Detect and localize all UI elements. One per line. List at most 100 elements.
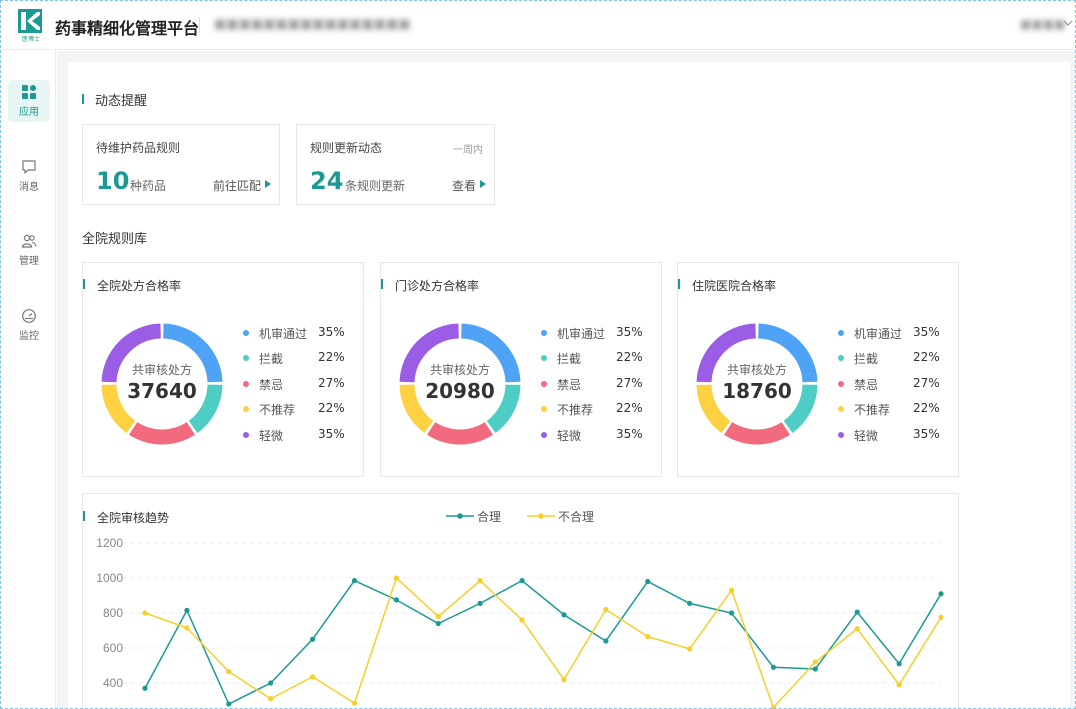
legend-label: 不推荐 xyxy=(854,403,891,417)
legend-percent: 35% xyxy=(616,325,643,339)
donut-segment[interactable] xyxy=(486,384,521,433)
donut-legend-item[interactable]: 禁忌 27% xyxy=(541,376,651,392)
legend-label: 拦截 xyxy=(854,352,879,366)
data-point[interactable] xyxy=(226,701,232,707)
reminder-unit: 条规则更新 xyxy=(345,179,406,193)
legend-label: 机审通过 xyxy=(854,327,903,341)
data-point[interactable] xyxy=(226,669,232,675)
donut-segment[interactable] xyxy=(696,323,757,383)
sidebar-item-monitor[interactable]: 监控 xyxy=(8,304,50,346)
data-point[interactable] xyxy=(938,614,944,620)
section-accent xyxy=(381,279,383,289)
sidebar-item-messages[interactable]: 消息 xyxy=(8,155,50,197)
donut-legend-item[interactable]: 轻微 35% xyxy=(838,427,948,443)
donut-legend-item[interactable]: 机审通过 35% xyxy=(838,325,948,341)
donut-legend-item[interactable]: 机审通过 35% xyxy=(243,325,353,341)
gauge-icon xyxy=(22,309,36,323)
title-divider xyxy=(199,17,200,33)
data-point[interactable] xyxy=(728,610,735,616)
data-point[interactable] xyxy=(561,676,567,683)
data-point[interactable] xyxy=(268,680,274,686)
donut-legend-item[interactable]: 禁忌 27% xyxy=(838,376,948,392)
go-match-link[interactable]: 前往匹配 xyxy=(213,177,261,194)
donut-segment[interactable] xyxy=(783,384,818,433)
data-point[interactable] xyxy=(142,610,148,616)
data-point[interactable] xyxy=(309,636,316,642)
data-point[interactable] xyxy=(812,666,818,672)
chevron-down-icon[interactable] xyxy=(1062,17,1074,29)
donut-segment[interactable] xyxy=(399,323,460,383)
donut-legend-item[interactable]: 拦截 22% xyxy=(243,350,353,366)
donut-segment[interactable] xyxy=(427,421,493,445)
data-point[interactable] xyxy=(896,682,902,688)
donut-segment[interactable] xyxy=(101,384,136,433)
data-point[interactable] xyxy=(477,600,483,606)
data-point[interactable] xyxy=(687,646,693,652)
data-point[interactable] xyxy=(435,613,441,620)
donut-legend-item[interactable]: 拦截 22% xyxy=(541,350,651,366)
donut-segment[interactable] xyxy=(757,323,818,383)
data-point[interactable] xyxy=(268,696,274,702)
legend-label: 轻微 xyxy=(259,429,284,443)
donut-segment[interactable] xyxy=(460,323,521,383)
data-point[interactable] xyxy=(184,607,190,613)
sidebar-item-manage[interactable]: 管理 xyxy=(8,229,50,271)
user-name[interactable]: ■■■■ xyxy=(1020,17,1065,31)
sidebar-item-apps[interactable]: 应用 xyxy=(8,80,50,122)
data-point[interactable] xyxy=(603,606,609,613)
data-point[interactable] xyxy=(519,617,525,623)
card-title: 门诊处方合格率 xyxy=(395,279,480,293)
data-point[interactable] xyxy=(435,620,441,627)
donut-segment[interactable] xyxy=(399,384,434,433)
data-point[interactable] xyxy=(603,638,609,644)
card-title: 全院处方合格率 xyxy=(97,279,182,293)
reminder-value: 10 xyxy=(96,167,130,195)
qualified-rate-card: 门诊处方合格率 共审核处方 20980 机审通过 35% 拦截 22% 禁忌 2… xyxy=(380,262,662,477)
logo-subtext: 医博士 xyxy=(21,36,40,43)
data-point[interactable] xyxy=(351,700,358,706)
data-point[interactable] xyxy=(728,587,735,593)
data-point[interactable] xyxy=(142,685,148,691)
donut-legend-item[interactable]: 机审通过 35% xyxy=(541,325,651,341)
donut-legend-item[interactable]: 不推荐 22% xyxy=(838,401,948,417)
caret-right-icon[interactable] xyxy=(265,180,271,188)
data-point[interactable] xyxy=(645,634,651,640)
donut-legend-item[interactable]: 不推荐 22% xyxy=(541,401,651,417)
data-point[interactable] xyxy=(393,597,399,603)
donut-segment[interactable] xyxy=(162,323,223,383)
data-point[interactable] xyxy=(309,674,316,680)
data-point[interactable] xyxy=(854,609,860,615)
donut-segment[interactable] xyxy=(101,323,162,383)
donut-legend-item[interactable]: 轻微 35% xyxy=(243,427,353,443)
donut-segment[interactable] xyxy=(696,384,731,433)
data-point[interactable] xyxy=(896,661,902,667)
data-point[interactable] xyxy=(519,578,525,584)
data-point[interactable] xyxy=(645,578,651,585)
legend-label: 拦截 xyxy=(259,352,284,366)
data-point[interactable] xyxy=(854,626,860,632)
legend-percent: 35% xyxy=(913,427,940,441)
data-point[interactable] xyxy=(938,591,944,597)
donut-segment[interactable] xyxy=(129,421,195,445)
legend-percent: 22% xyxy=(318,350,345,364)
donut-legend-item[interactable]: 不推荐 22% xyxy=(243,401,353,417)
donut-legend-item[interactable]: 拦截 22% xyxy=(838,350,948,366)
legend-dot xyxy=(243,381,249,387)
view-link[interactable]: 查看 xyxy=(452,177,476,194)
donut-legend-item[interactable]: 轻微 35% xyxy=(541,427,651,443)
donut-segment[interactable] xyxy=(724,421,790,445)
legend-percent: 27% xyxy=(616,376,643,390)
data-point[interactable] xyxy=(477,578,483,584)
data-point[interactable] xyxy=(812,659,818,665)
data-point[interactable] xyxy=(184,625,190,631)
data-point[interactable] xyxy=(351,578,358,584)
donut-segment[interactable] xyxy=(188,384,223,433)
donut-chart xyxy=(101,323,223,445)
caret-right-icon[interactable] xyxy=(480,180,486,188)
data-point[interactable] xyxy=(561,612,567,618)
data-point[interactable] xyxy=(687,600,693,606)
donut-legend-item[interactable]: 禁忌 27% xyxy=(243,376,353,392)
legend-dot xyxy=(243,355,249,361)
data-point[interactable] xyxy=(393,575,399,581)
data-point[interactable] xyxy=(770,664,777,670)
